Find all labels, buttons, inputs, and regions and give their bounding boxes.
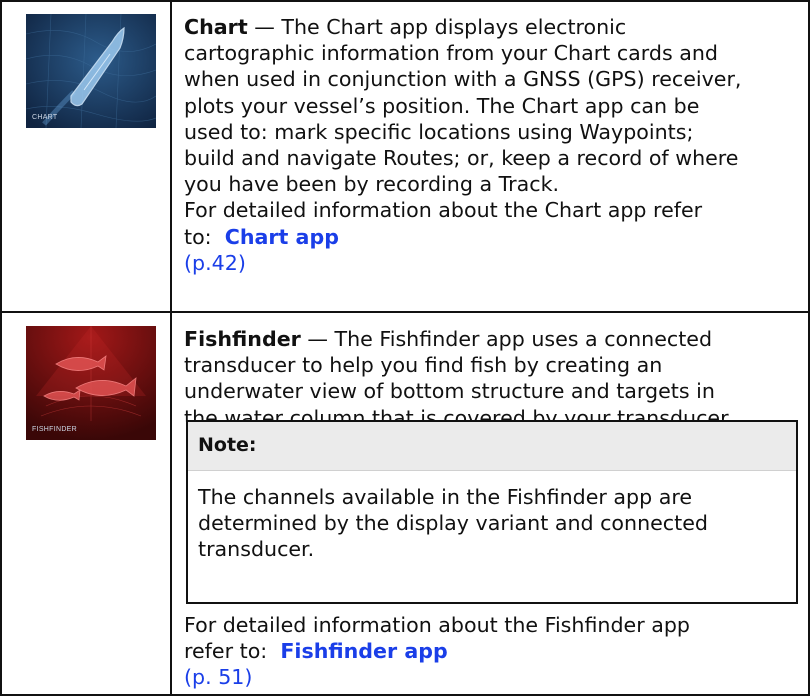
boat-icon — [26, 14, 156, 128]
table-row-chart: CHART Chart — The Chart app displays ele… — [0, 0, 810, 312]
description-line: The Chart app displays electronic — [281, 15, 627, 39]
description-line: transducer to help you find fish by crea… — [184, 353, 663, 378]
refer-line: For detailed information about the Fishf… — [184, 613, 690, 637]
app-name: Fishfinder — [184, 327, 301, 351]
fishfinder-app-thumbnail: FISHFINDER — [26, 326, 156, 440]
page-reference-link[interactable]: (p. 51) — [184, 665, 252, 689]
description-line: The Fishfinder app uses a connected — [334, 327, 713, 351]
fishfinder-app-description: Fishfinder — The Fishfinder app uses a c… — [184, 326, 806, 431]
description-line: underwater view of bottom structure and … — [184, 379, 715, 404]
fish-icon — [26, 326, 156, 440]
chart-app-link[interactable]: Chart app — [225, 225, 339, 249]
thumbnail-caption: CHART — [32, 114, 58, 121]
note-body: The channels available in the Fishfinder… — [198, 484, 708, 563]
note-header: Note: — [188, 422, 796, 471]
note-line: determined by the display variant and co… — [198, 511, 708, 536]
dash: — — [300, 327, 335, 351]
description-line: you have been by recording a Track. — [184, 172, 560, 197]
refer-line: For detailed information about the Chart… — [184, 198, 703, 223]
thumbnail-caption: FISHFINDER — [32, 426, 77, 433]
dash: — — [247, 15, 282, 39]
refer-line: refer to: — [184, 639, 268, 664]
refer-line: to: — [184, 224, 212, 249]
description-line: when used in conjunction with a GNSS (GP… — [184, 67, 742, 92]
description-line: build and navigate Routes; or, keep a re… — [184, 146, 739, 171]
apps-table: CHART Chart — The Chart app displays ele… — [0, 0, 810, 696]
page-reference-link[interactable]: (p.42) — [184, 251, 246, 275]
description-line: used to: mark specific locations using W… — [184, 119, 694, 144]
note-line: The channels available in the Fishfinder… — [198, 485, 693, 509]
chart-app-thumbnail: CHART — [26, 14, 156, 128]
app-name: Chart — [184, 15, 248, 39]
note-box: Note: The channels available in the Fish… — [186, 420, 798, 604]
description-line: plots your vessel’s position. The Chart … — [184, 93, 700, 118]
description-line: cartographic information from your Chart… — [184, 41, 718, 66]
fishfinder-app-link[interactable]: Fishfinder app — [280, 639, 447, 663]
chart-app-description: Chart — The Chart app displays electroni… — [184, 14, 806, 276]
fishfinder-refer-text: For detailed information about the Fishf… — [184, 612, 690, 691]
note-title: Note: — [198, 434, 257, 456]
note-line: transducer. — [198, 537, 315, 562]
